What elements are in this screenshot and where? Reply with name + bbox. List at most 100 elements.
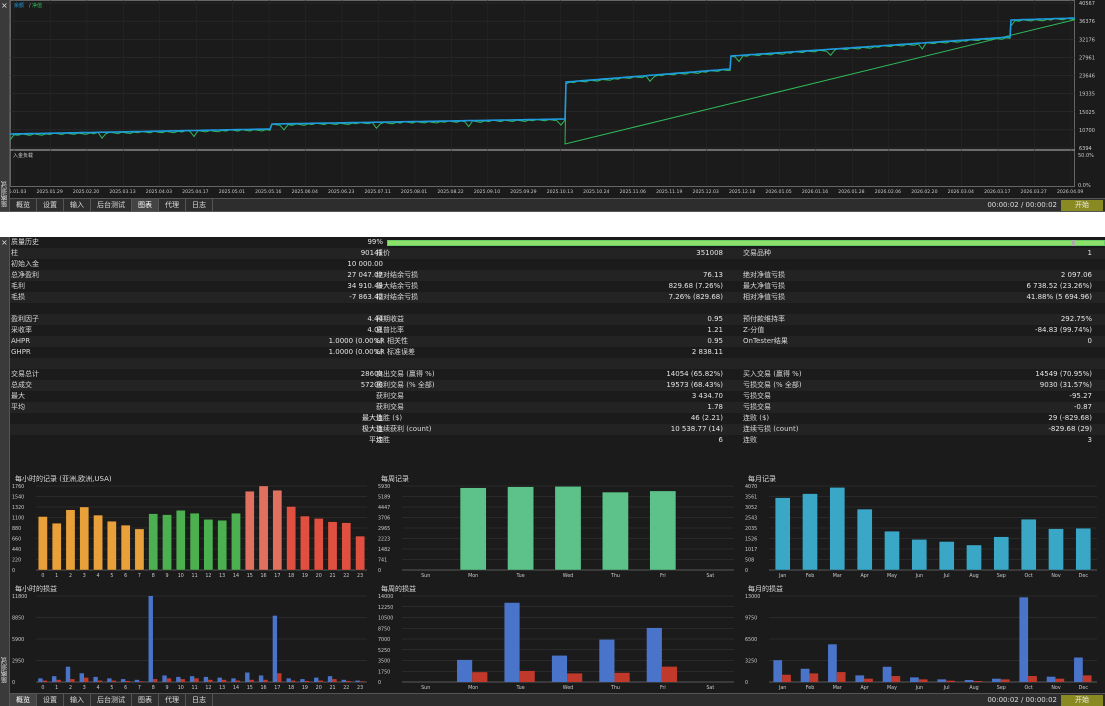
stat-label: 盈利因子 [11, 315, 39, 323]
tab-journal[interactable]: 日志 [186, 694, 213, 706]
bar [166, 678, 172, 682]
stat-label: 连续亏损 (count) [743, 425, 799, 433]
x-tick-label: 2025.01.03 [10, 189, 26, 195]
bar [79, 673, 84, 682]
bar [773, 660, 783, 682]
bar [964, 680, 974, 682]
x-tick-label: 2 [69, 573, 72, 579]
x-tick-label: 2025.07.11 [364, 189, 390, 195]
bar [258, 675, 264, 682]
tab-backtest[interactable]: 后台测试 [91, 199, 132, 211]
bar [1048, 528, 1064, 571]
bar [245, 491, 255, 571]
charts-area: 每小时的记录 (亚洲,欧洲,USA) 1760 1540 1320 1100 880 660… [10, 472, 1105, 693]
stats-row-band [10, 347, 1105, 358]
bar [162, 675, 167, 682]
stat-value: 0 [1087, 337, 1092, 345]
stat-label: 相对净值亏损 [743, 293, 785, 301]
bar [1082, 675, 1092, 682]
bar [1028, 676, 1037, 682]
close-icon[interactable]: × [1, 239, 8, 247]
y-tick-label: 10500 [378, 616, 393, 622]
x-tick-label: 21 [329, 573, 335, 579]
x-tick-label: Thu [610, 685, 620, 691]
stat-label: 连败 ($) [743, 414, 770, 422]
x-tick-label: Dec [1079, 685, 1089, 691]
x-tick-label: 8 [152, 685, 155, 691]
x-tick-label: 21 [329, 685, 335, 691]
bar [828, 644, 837, 682]
y-tick-label: 440 [12, 547, 21, 553]
bar-chart: 1180088505900295000 1 2 3 4 5 6 7 8 9 10 11 12 13 14 15… [12, 594, 367, 691]
tab-graph[interactable]: 图表 [132, 199, 159, 211]
x-tick-label: 2026.01.16 [802, 189, 828, 195]
bar [42, 680, 48, 682]
bar [176, 676, 181, 682]
stat-label: AHPR [11, 337, 31, 345]
tab-agents[interactable]: 代理 [159, 694, 186, 706]
x-tick-label: 22 [343, 685, 349, 691]
x-tick-label: 2026.03.27 [1021, 189, 1047, 195]
y-tick-label: 508 [745, 558, 754, 564]
y-tick-label: 1750 [378, 669, 390, 675]
y-axis-ticks: 40567 36376 32176 27961 23646 19335 15025 10700… [1079, 1, 1095, 152]
bar [83, 677, 89, 682]
x-tick-label: 15 [247, 685, 253, 691]
y-tick-label: 13000 [745, 594, 760, 600]
stat-label: 连胜 ($) [376, 414, 403, 422]
x-tick-label: Mar [833, 685, 842, 691]
x-tick-label: 2025.12.03 [693, 189, 719, 195]
start-button[interactable]: 开始 [1061, 200, 1103, 211]
x-tick-label: Sun [421, 685, 430, 691]
x-tick-label: Apr [861, 573, 869, 579]
x-tick-label: Sat [706, 685, 714, 691]
x-tick-label: 13 [219, 573, 225, 579]
stat-label: Z-分值 [743, 326, 765, 334]
chart-panel: 每月的损益 13000 9750 6500 3250 0 Jan Feb Mar Apr May Ju… [743, 582, 1105, 692]
bar [884, 531, 900, 571]
bar [802, 493, 818, 571]
stat-value: -95.27 [1069, 392, 1092, 400]
close-icon[interactable]: × [1, 2, 8, 10]
bar-chart: 5930 5189 4447 3706 2965 2223 1482 741 0 Sun Mon Tu… [378, 484, 734, 579]
tab-agents[interactable]: 代理 [159, 199, 186, 211]
tab-overview[interactable]: 概览 [10, 199, 37, 211]
stat-label: 柱 [11, 249, 18, 257]
stats-row-band [10, 259, 1105, 270]
tab-overview[interactable]: 概览 [10, 694, 37, 706]
start-button[interactable]: 开始 [1061, 695, 1103, 706]
bar [38, 678, 43, 682]
stat-value: 34 910.49 [347, 282, 383, 290]
stat-value: 292.75% [1060, 315, 1092, 323]
x-tick-label: 2026.03.17 [984, 189, 1010, 195]
tab-inputs[interactable]: 输入 [64, 199, 91, 211]
bar [152, 679, 158, 682]
tab-graph[interactable]: 图表 [132, 694, 159, 706]
bar [1019, 597, 1029, 682]
stats-row-band [10, 358, 1105, 369]
bar [359, 681, 365, 682]
x-tick-label: Mon [468, 685, 478, 691]
bar [245, 672, 250, 682]
tab-backtest[interactable]: 后台测试 [91, 694, 132, 706]
tab-inputs[interactable]: 输入 [64, 694, 91, 706]
y-tick-label: 0 [12, 680, 15, 686]
bar [327, 521, 338, 571]
y-tick-label: 4070 [745, 484, 757, 490]
bar [918, 679, 928, 682]
y-tick-label: 12250 [378, 605, 393, 611]
bar [194, 678, 199, 682]
x-tick-label: Oct [1025, 685, 1033, 691]
stat-value: 0.95 [707, 315, 723, 323]
tab-settings[interactable]: 设置 [37, 199, 64, 211]
stat-label: 买入交易 (赢得 %) [743, 370, 802, 378]
tab-journal[interactable]: 日志 [186, 199, 213, 211]
y-tick-label: 3706 [378, 516, 390, 522]
x-tick-label: 19 [302, 685, 308, 691]
tab-settings[interactable]: 设置 [37, 694, 64, 706]
x-tick-label: 2025.10.24 [583, 189, 609, 195]
x-tick-label: Sat [706, 573, 714, 579]
chart-panel: 每小时的损益 11800 8850 5900 2950 0 0 1 2 3 4 5 6 7 8 9 10 11 12… [10, 582, 375, 692]
stat-label: 总净盈利 [11, 271, 39, 279]
bar [134, 528, 145, 571]
